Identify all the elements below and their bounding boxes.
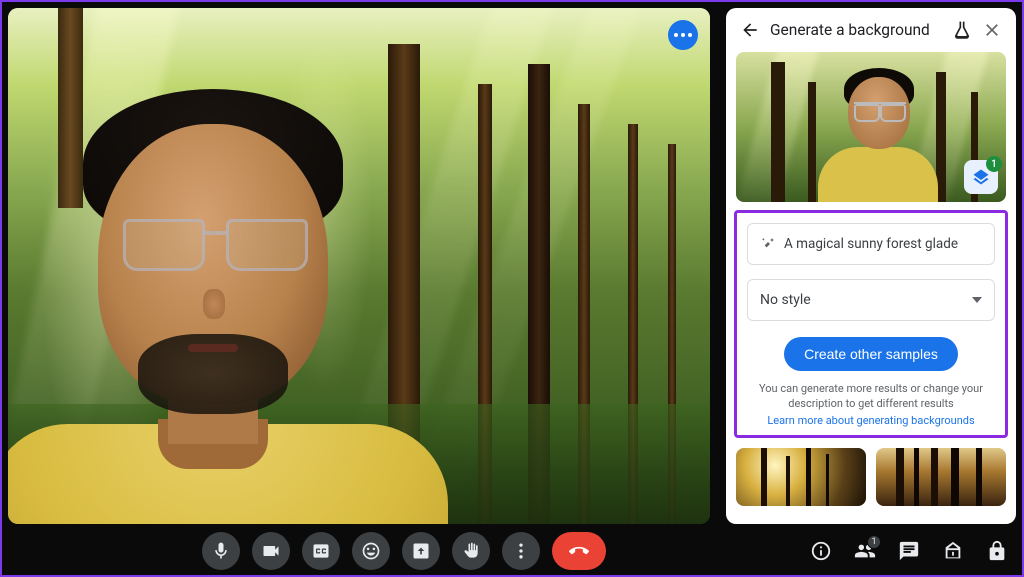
present-button[interactable] bbox=[402, 532, 440, 570]
chevron-down-icon bbox=[972, 297, 982, 303]
prompt-text: A magical sunny forest glade bbox=[784, 236, 958, 252]
generated-samples-row bbox=[726, 438, 1016, 516]
meeting-toolbar: 1 bbox=[2, 527, 1022, 575]
self-video-tile bbox=[8, 8, 710, 524]
background-preview: 1 bbox=[736, 52, 1006, 202]
effects-count-badge: 1 bbox=[986, 156, 1002, 172]
style-value: No style bbox=[760, 292, 811, 308]
reactions-button[interactable] bbox=[352, 532, 390, 570]
generate-background-panel: Generate a background 1 A magical sunny … bbox=[726, 8, 1016, 524]
sample-thumbnail[interactable] bbox=[736, 448, 866, 506]
more-options-button[interactable] bbox=[502, 532, 540, 570]
captions-button[interactable] bbox=[302, 532, 340, 570]
meeting-details-button[interactable] bbox=[810, 540, 832, 562]
style-select[interactable]: No style bbox=[747, 279, 995, 321]
raise-hand-button[interactable] bbox=[452, 532, 490, 570]
create-samples-button[interactable]: Create other samples bbox=[784, 337, 958, 371]
sample-thumbnail[interactable] bbox=[876, 448, 1006, 506]
panel-title: Generate a background bbox=[770, 21, 942, 39]
participants-count-badge: 1 bbox=[867, 535, 881, 549]
activities-button[interactable] bbox=[942, 540, 964, 562]
microphone-button[interactable] bbox=[202, 532, 240, 570]
back-icon[interactable] bbox=[740, 20, 760, 40]
chat-button[interactable] bbox=[898, 540, 920, 562]
leave-call-button[interactable] bbox=[552, 532, 606, 570]
applied-effects-button[interactable]: 1 bbox=[964, 160, 998, 194]
generation-hint: You can generate more results or change … bbox=[747, 381, 995, 412]
participants-button[interactable]: 1 bbox=[854, 540, 876, 562]
learn-more-link[interactable]: Learn more about generating backgrounds bbox=[747, 414, 995, 427]
magic-wand-icon bbox=[760, 236, 776, 252]
participant-video bbox=[8, 64, 428, 524]
camera-button[interactable] bbox=[252, 532, 290, 570]
labs-flask-icon bbox=[952, 20, 972, 40]
generation-controls: A magical sunny forest glade No style Cr… bbox=[734, 210, 1008, 438]
close-icon[interactable] bbox=[982, 20, 1002, 40]
prompt-input[interactable]: A magical sunny forest glade bbox=[747, 223, 995, 265]
tile-more-button[interactable] bbox=[668, 20, 698, 50]
host-controls-button[interactable] bbox=[986, 540, 1008, 562]
